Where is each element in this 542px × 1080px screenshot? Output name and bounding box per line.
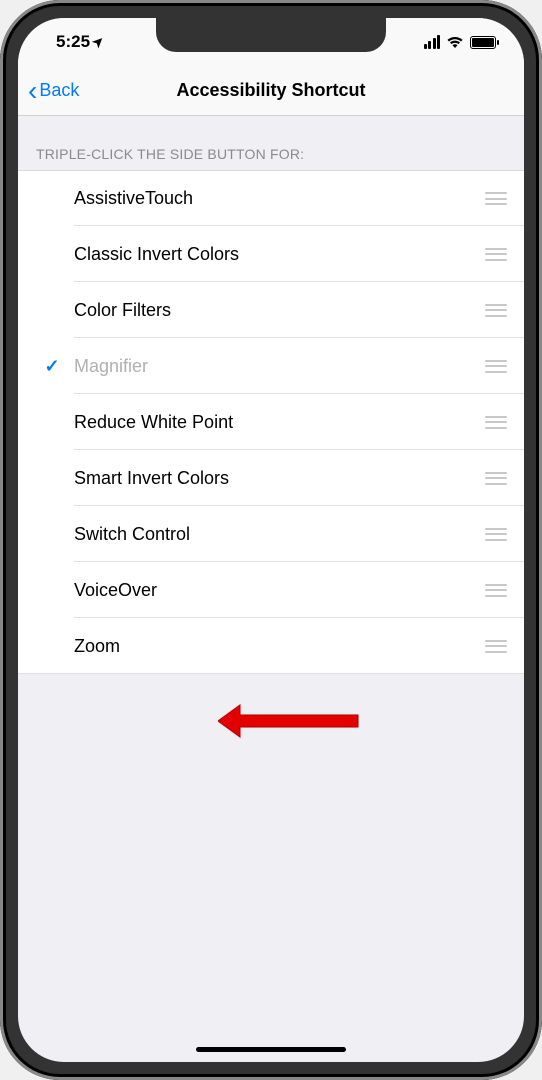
wifi-icon: [446, 35, 464, 49]
row-label: Classic Invert Colors: [68, 244, 482, 265]
reorder-handle[interactable]: [482, 192, 510, 205]
row-label: AssistiveTouch: [68, 188, 482, 209]
time-label: 5:25: [56, 32, 90, 52]
back-label: Back: [39, 80, 79, 101]
reorder-handle[interactable]: [482, 360, 510, 373]
device-frame: 5:25 ➤ ‹ Back Accessibility Shortcut TRI…: [0, 0, 542, 1080]
reorder-handle[interactable]: [482, 416, 510, 429]
row-color-filters[interactable]: Color Filters: [18, 282, 524, 338]
notch: [156, 18, 386, 52]
nav-header: ‹ Back Accessibility Shortcut: [18, 66, 524, 116]
row-label: Magnifier: [68, 356, 482, 377]
row-label: Switch Control: [68, 524, 482, 545]
screen: 5:25 ➤ ‹ Back Accessibility Shortcut TRI…: [18, 18, 524, 1062]
reorder-handle[interactable]: [482, 248, 510, 261]
row-classic-invert[interactable]: Classic Invert Colors: [18, 226, 524, 282]
reorder-handle[interactable]: [482, 528, 510, 541]
location-icon: ➤: [89, 32, 108, 51]
signal-icon: [424, 35, 441, 49]
row-label: Zoom: [68, 636, 482, 657]
battery-icon: [470, 36, 496, 49]
row-label: VoiceOver: [68, 580, 482, 601]
row-label: Smart Invert Colors: [68, 468, 482, 489]
reorder-handle[interactable]: [482, 584, 510, 597]
page-title: Accessibility Shortcut: [18, 80, 524, 101]
status-icons: [424, 35, 497, 49]
status-time: 5:25 ➤: [56, 32, 104, 52]
checkmark-icon: ✓: [36, 356, 68, 377]
reorder-handle[interactable]: [482, 640, 510, 653]
row-label: Reduce White Point: [68, 412, 482, 433]
section-header: TRIPLE-CLICK THE SIDE BUTTON FOR:: [18, 116, 524, 170]
home-indicator[interactable]: [196, 1047, 346, 1052]
row-zoom[interactable]: Zoom: [18, 618, 524, 674]
row-reduce-white-point[interactable]: Reduce White Point: [18, 394, 524, 450]
row-smart-invert[interactable]: Smart Invert Colors: [18, 450, 524, 506]
row-magnifier[interactable]: ✓ Magnifier: [18, 338, 524, 394]
row-assistivetouch[interactable]: AssistiveTouch: [18, 170, 524, 226]
row-switch-control[interactable]: Switch Control: [18, 506, 524, 562]
options-list: AssistiveTouch Classic Invert Colors Col…: [18, 170, 524, 674]
annotation-arrow: [218, 701, 368, 746]
chevron-left-icon: ‹: [28, 77, 37, 105]
back-button[interactable]: ‹ Back: [18, 77, 79, 105]
reorder-handle[interactable]: [482, 472, 510, 485]
reorder-handle[interactable]: [482, 304, 510, 317]
row-voiceover[interactable]: VoiceOver: [18, 562, 524, 618]
row-label: Color Filters: [68, 300, 482, 321]
